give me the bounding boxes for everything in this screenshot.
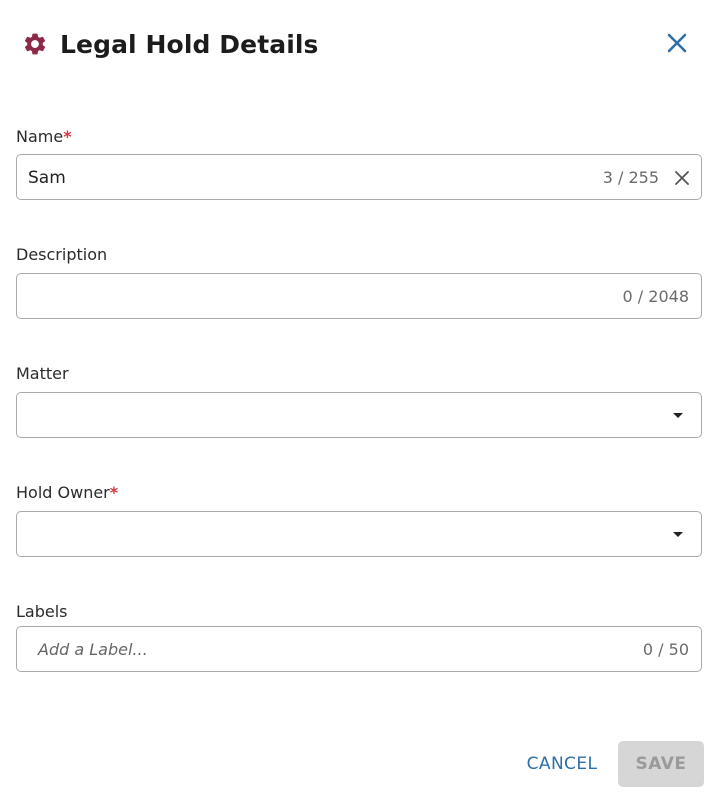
- labels-label: Labels: [16, 602, 68, 621]
- gear-icon: [22, 31, 48, 57]
- cancel-button[interactable]: CANCEL: [516, 741, 608, 787]
- description-char-counter: 0 / 2048: [622, 287, 689, 306]
- matter-select[interactable]: [16, 392, 702, 438]
- chevron-down-icon: [673, 532, 683, 537]
- matter-label-text: Matter: [16, 364, 69, 383]
- description-field[interactable]: 0 / 2048: [16, 273, 702, 319]
- dialog-title: Legal Hold Details: [60, 29, 319, 59]
- labels-placeholder[interactable]: Add a Label...: [38, 627, 148, 673]
- name-label: Name*: [16, 127, 72, 146]
- clear-name-button[interactable]: [673, 169, 691, 187]
- close-icon: [667, 33, 687, 53]
- clear-icon: [675, 171, 689, 185]
- description-label: Description: [16, 245, 107, 264]
- name-char-counter: 3 / 255: [602, 168, 659, 187]
- chevron-down-icon: [673, 413, 683, 418]
- hold-owner-required-mark: *: [109, 483, 119, 502]
- hold-owner-label-text: Hold Owner: [16, 483, 110, 502]
- name-field[interactable]: Sam 3 / 255: [16, 154, 702, 200]
- dialog-header: Legal Hold Details: [22, 26, 698, 62]
- save-button[interactable]: SAVE: [618, 741, 704, 787]
- hold-owner-label: Hold Owner*: [16, 483, 118, 502]
- matter-label: Matter: [16, 364, 69, 383]
- name-label-text: Name: [16, 127, 64, 146]
- labels-char-counter: 0 / 50: [642, 640, 689, 659]
- name-required-mark: *: [63, 127, 72, 146]
- name-field-value[interactable]: Sam: [28, 155, 66, 201]
- close-button[interactable]: [666, 32, 688, 54]
- labels-label-text: Labels: [16, 602, 68, 621]
- labels-input[interactable]: Add a Label... 0 / 50: [16, 626, 702, 672]
- description-label-text: Description: [16, 245, 108, 264]
- hold-owner-select[interactable]: [16, 511, 702, 557]
